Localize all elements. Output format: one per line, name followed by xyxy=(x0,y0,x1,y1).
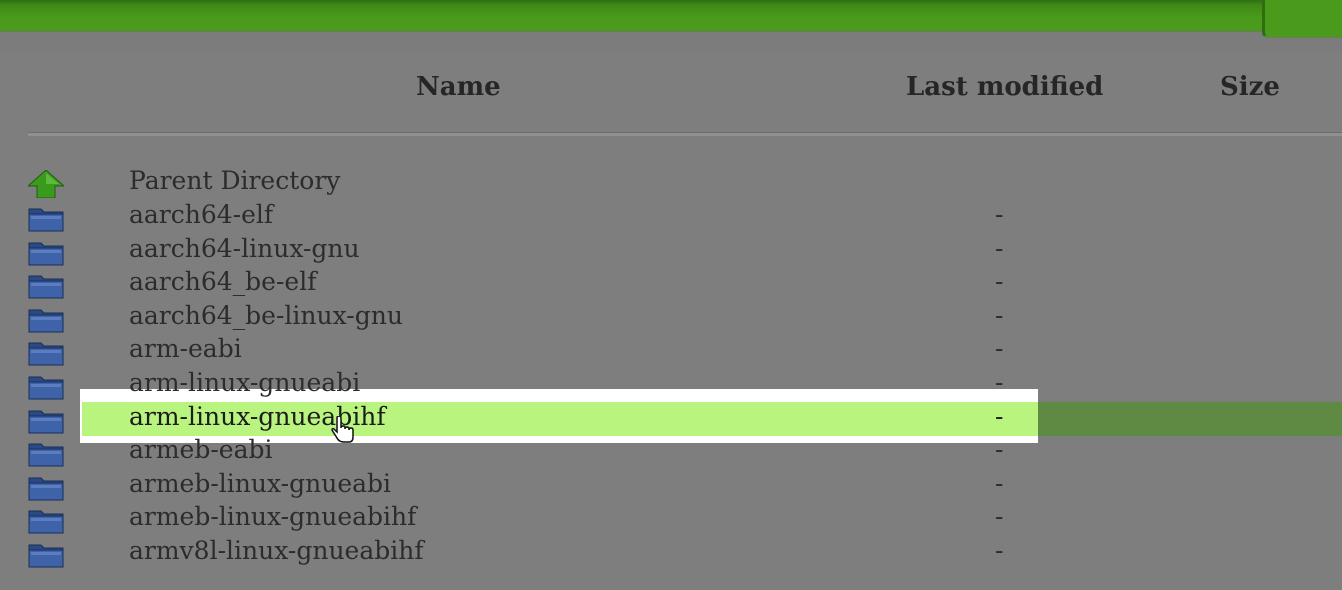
last-modified-value: - xyxy=(995,435,1004,464)
directory-row[interactable]: aarch64-elf - xyxy=(0,200,1342,234)
folder-icon xyxy=(28,544,64,568)
top-bar-corner xyxy=(1262,0,1342,38)
last-modified-value: - xyxy=(995,536,1004,565)
directory-row[interactable]: armeb-linux-gnueabihf - xyxy=(0,502,1342,536)
directory-link[interactable]: arm-eabi xyxy=(129,334,242,364)
folder-icon xyxy=(28,242,64,266)
up-arrow-icon xyxy=(28,170,64,198)
folder-icon xyxy=(28,443,64,467)
last-modified-value: - xyxy=(995,368,1004,397)
directory-row[interactable]: arm-eabi - xyxy=(0,334,1342,368)
last-modified-value: - xyxy=(995,200,1004,229)
directory-link[interactable]: aarch64-elf xyxy=(129,200,273,230)
directory-link[interactable]: armeb-eabi xyxy=(129,435,273,465)
folder-icon xyxy=(28,309,64,333)
directory-link[interactable]: armeb-linux-gnueabi xyxy=(129,469,391,499)
directory-row[interactable]: armv8l-linux-gnueabihf - xyxy=(0,536,1342,570)
parent-directory-row[interactable]: Parent Directory xyxy=(0,166,1342,200)
folder-icon xyxy=(28,410,64,434)
column-header-last-modified[interactable]: Last modified xyxy=(906,72,1103,102)
directory-row[interactable]: aarch64_be-elf - xyxy=(0,267,1342,301)
header-divider xyxy=(28,132,1342,136)
last-modified-value: - xyxy=(995,334,1004,363)
folder-icon xyxy=(28,477,64,501)
last-modified-value: - xyxy=(995,402,1004,431)
folder-icon xyxy=(28,208,64,232)
last-modified-value: - xyxy=(995,267,1004,296)
hand-cursor-icon xyxy=(331,416,354,443)
directory-link[interactable]: aarch64_be-elf xyxy=(129,267,316,297)
last-modified-value: - xyxy=(995,301,1004,330)
top-green-bar xyxy=(0,0,1262,32)
directory-row[interactable]: aarch64_be-linux-gnu - xyxy=(0,301,1342,335)
last-modified-value: - xyxy=(995,469,1004,498)
directory-row[interactable]: arm-linux-gnueabihf - xyxy=(0,402,1342,436)
folder-icon xyxy=(28,510,64,534)
column-header-name[interactable]: Name xyxy=(416,72,501,102)
directory-listing-page: Name Last modified Size Parent Directory… xyxy=(0,0,1342,590)
directory-row[interactable]: armeb-eabi - xyxy=(0,435,1342,469)
directory-link[interactable]: aarch64_be-linux-gnu xyxy=(129,301,403,331)
directory-row[interactable]: armeb-linux-gnueabi - xyxy=(0,469,1342,503)
directory-link[interactable]: arm-linux-gnueabi xyxy=(129,368,360,398)
last-modified-value: - xyxy=(995,234,1004,263)
parent-directory-link[interactable]: Parent Directory xyxy=(129,166,340,196)
directory-row[interactable]: aarch64-linux-gnu - xyxy=(0,234,1342,268)
last-modified-value: - xyxy=(995,502,1004,531)
folder-icon xyxy=(28,275,64,299)
directory-row[interactable]: arm-linux-gnueabi - xyxy=(0,368,1342,402)
folder-icon xyxy=(28,342,64,366)
column-header-size[interactable]: Size xyxy=(1220,72,1280,102)
directory-link[interactable]: armeb-linux-gnueabihf xyxy=(129,502,416,532)
folder-icon xyxy=(28,376,64,400)
directory-link[interactable]: aarch64-linux-gnu xyxy=(129,234,360,264)
directory-link[interactable]: armv8l-linux-gnueabihf xyxy=(129,536,424,566)
